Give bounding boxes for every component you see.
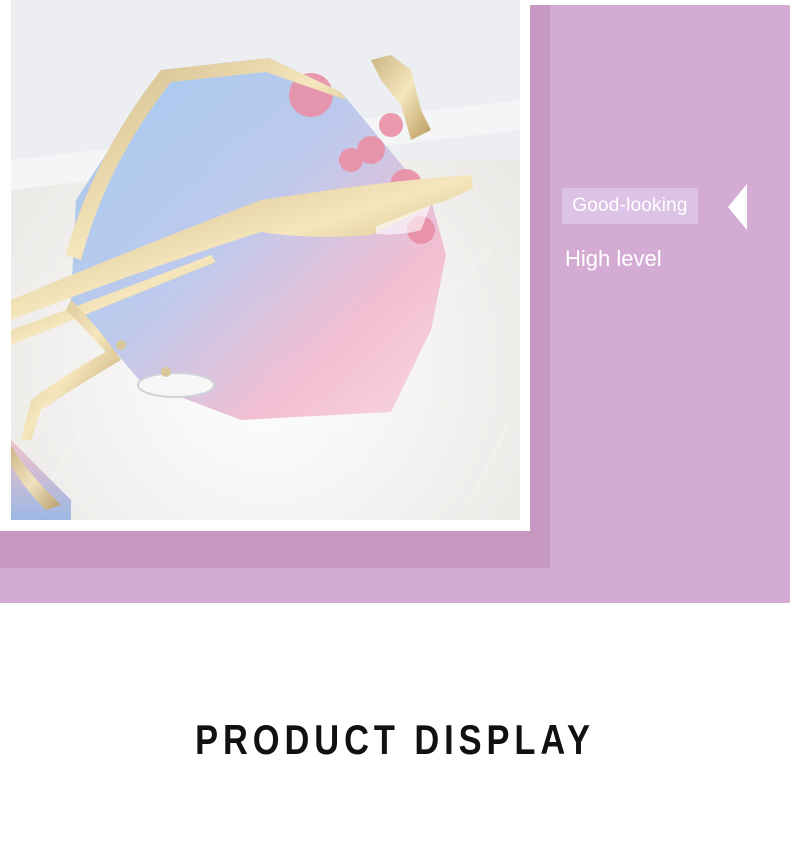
badge-label: Good-looking (572, 195, 688, 216)
good-looking-badge: Good-looking (562, 188, 698, 224)
quality-subtitle: High level (565, 246, 662, 271)
triangle-left-icon (728, 184, 747, 230)
sunglasses-image (11, 0, 520, 520)
product-detail-page: Good-looking High level PRODUCT DISPLAY (0, 0, 790, 868)
product-photo-frame (0, 0, 530, 531)
sunglasses-product-photo (11, 0, 520, 520)
section-title: PRODUCT DISPLAY (195, 716, 595, 763)
